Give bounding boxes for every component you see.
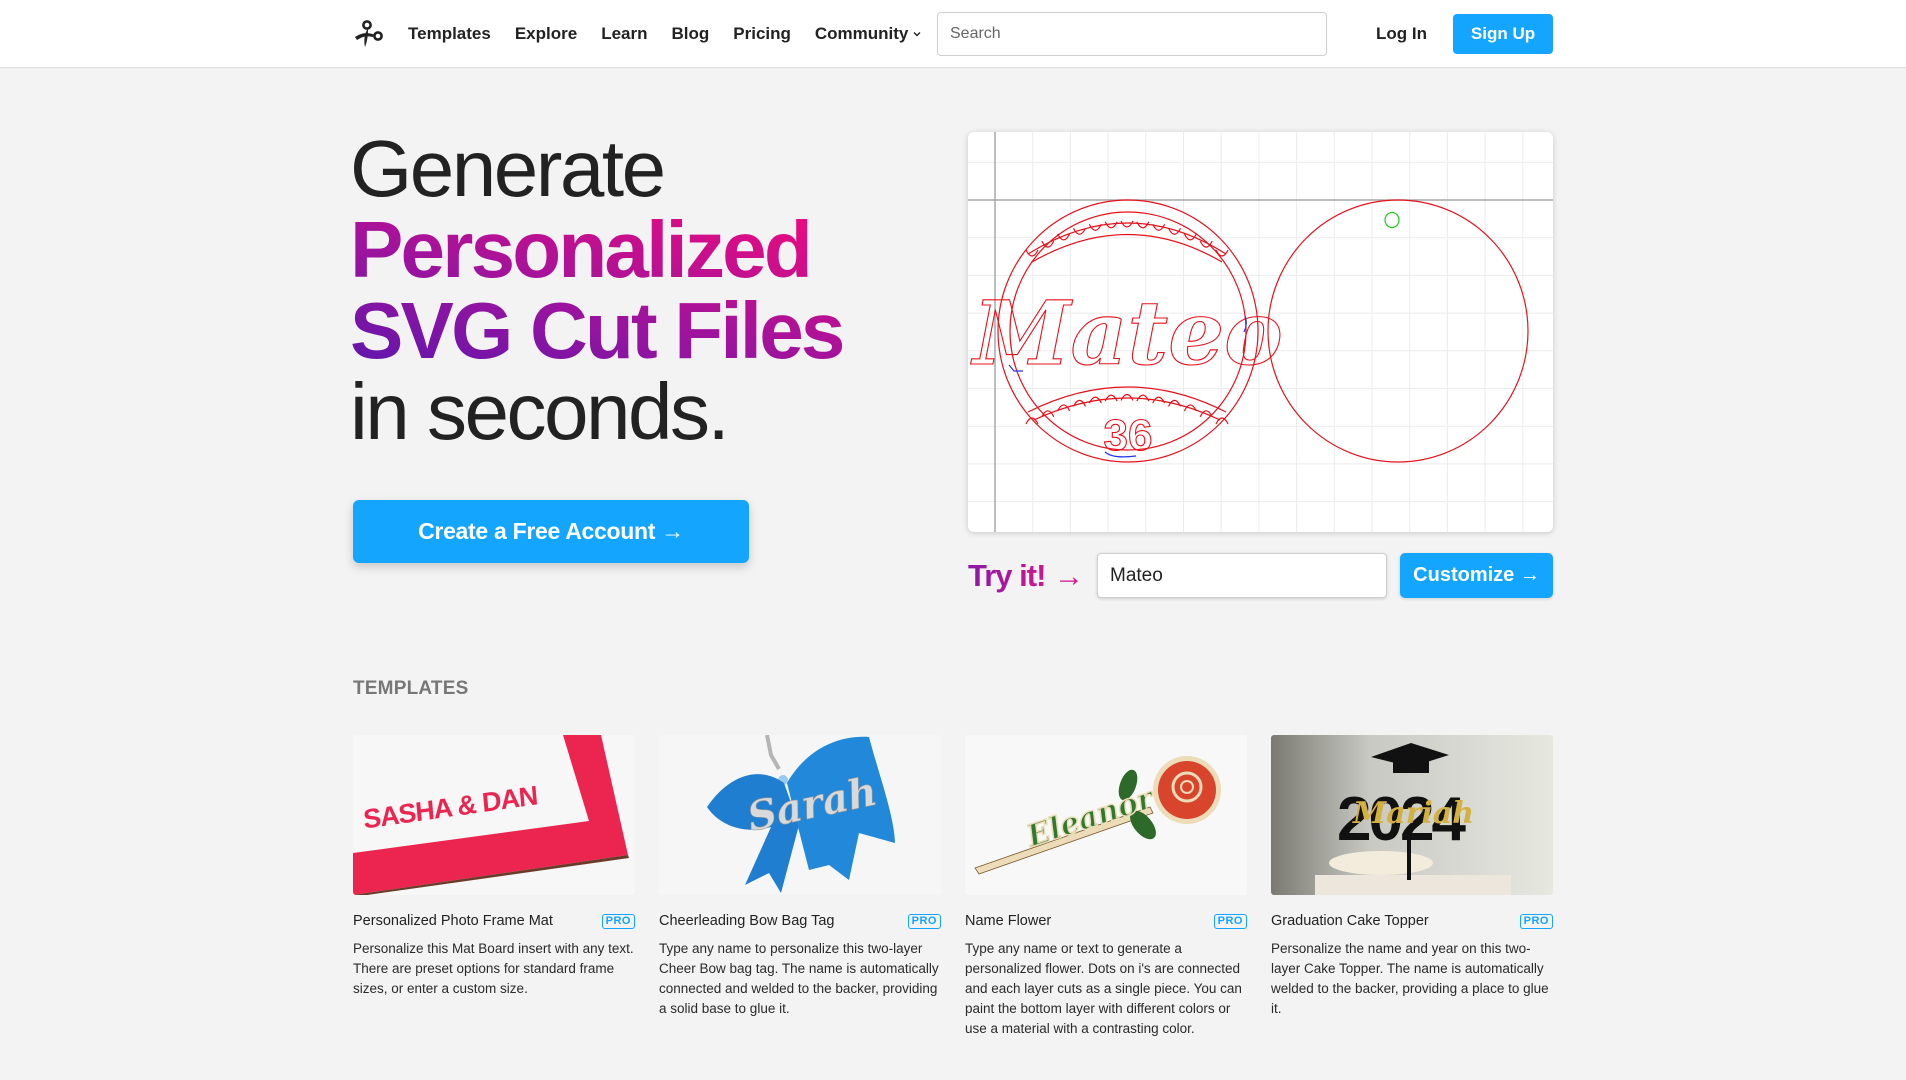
template-description: Personalize the name and year on this tw… <box>1271 941 1549 1016</box>
cake-topper-name-text: Mariah <box>1352 796 1474 831</box>
template-description: Personalize this Mat Board insert with a… <box>353 941 634 996</box>
login-link[interactable]: Log In <box>1370 14 1433 54</box>
preview-name-text: Mateo <box>970 281 1283 385</box>
template-card[interactable]: Eleanor Name Flower PRO Type any name or… <box>965 735 1247 1039</box>
baseball-layer: Mateo 36 <box>970 199 1529 463</box>
signup-button[interactable]: Sign Up <box>1453 14 1553 54</box>
pro-badge: PRO <box>1519 913 1553 929</box>
template-title: Cheerleading Bow Bag Tag <box>659 913 835 929</box>
hero-line-2: Personalized <box>350 205 810 294</box>
template-description: Type any name or text to generate a pers… <box>965 941 1242 1036</box>
template-description: Type any name to personalize this two-la… <box>659 941 939 1016</box>
preview-number-text: 36 <box>1104 411 1153 460</box>
nav-link-blog[interactable]: Blog <box>671 24 709 44</box>
template-image-cheer-bow: Sarah <box>659 735 941 895</box>
template-title: Graduation Cake Topper <box>1271 913 1429 929</box>
stitch <box>1183 233 1197 241</box>
template-card[interactable]: SASHA & DAN Personalized Photo Frame Mat… <box>353 735 635 1039</box>
hero-line-1: Generate <box>350 124 666 213</box>
pro-badge: PRO <box>601 913 635 929</box>
backer-circle <box>1267 199 1529 463</box>
search-input[interactable] <box>937 12 1327 56</box>
hero-line-3: SVG Cut Files <box>350 286 843 375</box>
arrow-right-icon: → <box>1054 560 1084 593</box>
hang-hole-marker <box>1384 211 1400 229</box>
stitch <box>1104 221 1118 229</box>
community-label: Community <box>814 24 909 43</box>
nav-link-explore[interactable]: Explore <box>515 24 577 44</box>
customize-button[interactable]: Customize → <box>1400 553 1553 598</box>
scissors-icon[interactable] <box>353 19 385 49</box>
stitch <box>1136 221 1150 229</box>
nav-link-templates[interactable]: Templates <box>408 24 491 44</box>
template-title: Name Flower <box>965 913 1052 929</box>
nav-link-pricing[interactable]: Pricing <box>733 24 791 44</box>
create-account-button[interactable]: Create a Free Account → <box>353 500 749 563</box>
hero-gradient-block: Personalized SVG Cut Files <box>350 209 843 371</box>
templates-section-label: TEMPLATES <box>353 678 469 699</box>
nav-link-learn[interactable]: Learn <box>601 24 647 44</box>
template-image-name-flower: Eleanor <box>965 735 1247 895</box>
template-card[interactable]: Sarah Cheerleading Bow Bag Tag PRO Type … <box>659 735 941 1039</box>
pro-badge: PRO <box>1213 913 1247 929</box>
svg-preview-canvas[interactable]: Mateo 36 <box>968 132 1553 532</box>
template-image-photo-frame-mat: SASHA & DAN <box>353 735 635 895</box>
nav-links: Templates Explore Learn Blog Pricing Com… <box>408 0 921 68</box>
template-card[interactable]: 2024 Mariah Graduation Cake Topper PRO P… <box>1271 735 1553 1039</box>
name-input[interactable] <box>1097 553 1387 598</box>
bottom-seam <box>1027 386 1227 413</box>
top-nav: Templates Explore Learn Blog Pricing Com… <box>0 0 1906 68</box>
template-cards: SASHA & DAN Personalized Photo Frame Mat… <box>353 735 1553 1039</box>
nav-link-community[interactable]: Community <box>815 24 922 44</box>
hero-line-4: in seconds. <box>350 367 730 456</box>
try-it-label: Try it! <box>968 556 1046 596</box>
template-image-cake-topper: 2024 Mariah <box>1271 735 1553 895</box>
chevron-down-icon <box>913 32 921 37</box>
hero-heading: Generate Personalized SVG Cut Files in s… <box>350 128 843 452</box>
pro-badge: PRO <box>907 913 941 929</box>
template-title: Personalized Photo Frame Mat <box>353 913 553 929</box>
stitch <box>1120 220 1134 228</box>
preview-drawing: Mateo 36 <box>968 132 1553 532</box>
